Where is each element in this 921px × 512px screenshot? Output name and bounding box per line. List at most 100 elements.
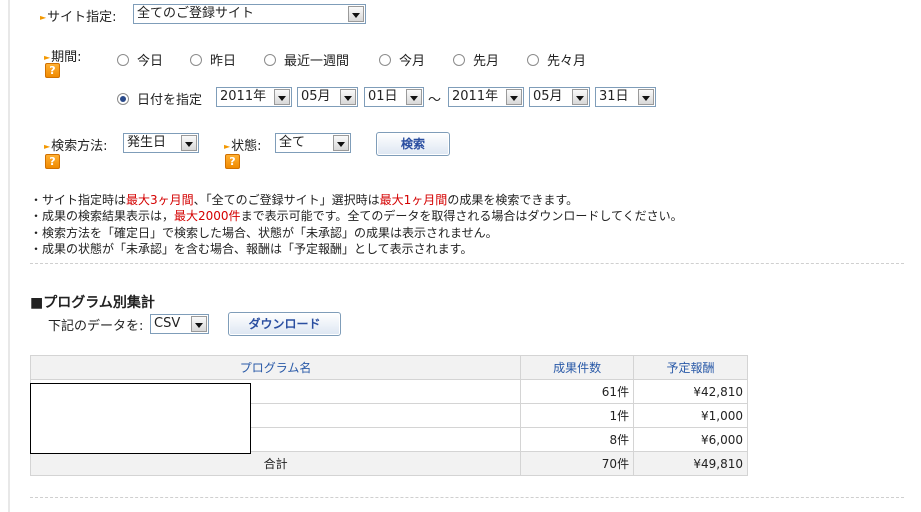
dropdown-arrow-icon[interactable] bbox=[572, 89, 588, 105]
amount-cell: ¥1,000 bbox=[633, 403, 748, 428]
radio-circle[interactable] bbox=[453, 53, 465, 66]
to-day-value: 31日 bbox=[599, 89, 629, 104]
table-header-row: プログラム名 成果件数 予定報酬 bbox=[29, 355, 748, 380]
question-icon[interactable]: ? bbox=[45, 154, 60, 169]
status-select-value: 全て bbox=[279, 135, 306, 150]
note-text: ・成果の検索結果表示は， bbox=[30, 209, 175, 223]
bullet-arrow-icon: ► bbox=[40, 13, 47, 22]
dropdown-arrow-icon[interactable] bbox=[506, 89, 522, 105]
note-text: ・サイト指定時は bbox=[30, 193, 127, 207]
radio-today[interactable]: 今日 bbox=[117, 50, 163, 69]
download-button[interactable]: ダウンロード bbox=[228, 312, 341, 336]
method-label: 検索方法: bbox=[51, 139, 108, 154]
from-day-select[interactable]: 01日 bbox=[364, 87, 424, 107]
radio-this-month-label: 今月 bbox=[399, 54, 426, 69]
radio-custom-date[interactable]: 日付を指定 bbox=[117, 89, 202, 108]
site-select-value: 全てのご登録サイト bbox=[137, 6, 255, 21]
radio-yesterday-label: 昨日 bbox=[210, 54, 237, 69]
site-label: サイト指定: bbox=[47, 10, 117, 25]
section-divider bbox=[30, 497, 904, 498]
from-month-value: 05月 bbox=[301, 89, 331, 104]
radio-circle-selected[interactable] bbox=[117, 92, 129, 105]
note-highlight: 最大2000件 bbox=[174, 209, 241, 223]
download-label: 下記のデータを: bbox=[48, 319, 144, 334]
radio-circle[interactable] bbox=[527, 53, 539, 66]
radio-custom-date-label: 日付を指定 bbox=[137, 93, 203, 108]
bullet-arrow-icon: ► bbox=[224, 142, 231, 151]
site-select[interactable]: 全てのご登録サイト bbox=[133, 4, 366, 24]
radio-last-week-label: 最近一週間 bbox=[284, 54, 350, 69]
from-month-select[interactable]: 05月 bbox=[297, 87, 358, 107]
square-bullet-icon: ■ bbox=[30, 295, 44, 311]
section-divider bbox=[30, 263, 904, 264]
note-line-1: ・サイト指定時は最大3ヶ月間、「全てのご登録サイト」選択時は最大1ヶ月間の成果を… bbox=[30, 192, 578, 208]
to-year-value: 2011年 bbox=[452, 89, 499, 104]
page-left-border bbox=[8, 0, 10, 512]
question-icon[interactable]: ? bbox=[45, 63, 60, 78]
note-text: の成果を検索できます。 bbox=[447, 193, 579, 207]
to-day-select[interactable]: 31日 bbox=[595, 87, 656, 107]
method-select-value: 発生日 bbox=[127, 135, 167, 150]
radio-circle[interactable] bbox=[117, 53, 129, 66]
dropdown-arrow-icon[interactable] bbox=[333, 135, 349, 151]
radio-today-label: 今日 bbox=[137, 54, 164, 69]
note-highlight: 最大3ヶ月間 bbox=[126, 193, 194, 207]
radio-yesterday[interactable]: 昨日 bbox=[190, 50, 236, 69]
note-line-2: ・成果の検索結果表示は，最大2000件まで表示可能です。全てのデータを取得される… bbox=[30, 208, 683, 224]
from-day-value: 01日 bbox=[368, 89, 398, 104]
program-section-title: ■プログラム別集計 bbox=[30, 292, 155, 312]
dropdown-arrow-icon[interactable] bbox=[348, 6, 364, 22]
to-month-select[interactable]: 05月 bbox=[529, 87, 590, 107]
dropdown-arrow-icon[interactable] bbox=[274, 89, 290, 105]
radio-last-month[interactable]: 先月 bbox=[453, 50, 499, 69]
status-select[interactable]: 全て bbox=[275, 133, 351, 153]
redacted-program-names bbox=[30, 383, 251, 454]
to-month-value: 05月 bbox=[533, 89, 563, 104]
radio-two-months-ago[interactable]: 先々月 bbox=[527, 50, 586, 69]
dropdown-arrow-icon[interactable] bbox=[406, 89, 422, 105]
count-cell: 1件 bbox=[520, 403, 635, 428]
radio-circle[interactable] bbox=[379, 53, 391, 66]
radio-two-months-ago-label: 先々月 bbox=[547, 54, 587, 69]
note-text: 、「全てのご登録サイト」選択時は bbox=[193, 193, 380, 207]
note-highlight: 最大1ヶ月間 bbox=[379, 193, 448, 207]
total-amount: ¥49,810 bbox=[633, 451, 748, 476]
count-cell: 8件 bbox=[520, 427, 635, 452]
radio-circle[interactable] bbox=[190, 53, 202, 66]
amount-cell: ¥6,000 bbox=[633, 427, 748, 452]
dropdown-arrow-icon[interactable] bbox=[638, 89, 654, 105]
header-program-name[interactable]: プログラム名 bbox=[29, 355, 522, 380]
dropdown-arrow-icon[interactable] bbox=[191, 316, 207, 332]
date-range-separator: ～ bbox=[428, 93, 442, 108]
total-count: 70件 bbox=[520, 451, 635, 476]
site-label-wrap: ►サイト指定: bbox=[40, 6, 117, 25]
header-amount[interactable]: 予定報酬 bbox=[633, 355, 748, 380]
header-count[interactable]: 成果件数 bbox=[520, 355, 635, 380]
radio-this-month[interactable]: 今月 bbox=[379, 50, 425, 69]
format-select-value: CSV bbox=[154, 316, 181, 331]
to-year-select[interactable]: 2011年 bbox=[448, 87, 524, 107]
question-icon[interactable]: ? bbox=[225, 154, 240, 169]
from-year-select[interactable]: 2011年 bbox=[216, 87, 292, 107]
method-label-wrap: ►検索方法: bbox=[44, 135, 108, 154]
radio-circle[interactable] bbox=[264, 53, 276, 66]
from-year-value: 2011年 bbox=[220, 89, 267, 104]
radio-last-week[interactable]: 最近一週間 bbox=[264, 50, 349, 69]
dropdown-arrow-icon[interactable] bbox=[340, 89, 356, 105]
program-title-text: プログラム別集計 bbox=[43, 295, 155, 311]
status-label-wrap: ►状態: bbox=[224, 135, 262, 154]
amount-cell: ¥42,810 bbox=[633, 379, 748, 404]
bullet-arrow-icon: ► bbox=[44, 142, 51, 151]
format-select[interactable]: CSV bbox=[150, 314, 209, 334]
count-cell: 61件 bbox=[520, 379, 635, 404]
note-line-3: ・検索方法を「確定日」で検索した場合、状態が「未承認」の成果は表示されません。 bbox=[30, 226, 498, 240]
bullet-arrow-icon: ► bbox=[44, 53, 51, 62]
note-line-4: ・成果の状態が「未承認」を含む場合、報酬は「予定報酬」として表示されます。 bbox=[30, 242, 473, 256]
table-total-row: 合計 70件 ¥49,810 bbox=[29, 451, 748, 476]
total-label: 合計 bbox=[29, 451, 522, 476]
search-button[interactable]: 検索 bbox=[376, 132, 450, 156]
method-select[interactable]: 発生日 bbox=[123, 133, 199, 153]
note-text: まで表示可能です。全てのデータを取得される場合はダウンロードしてください。 bbox=[240, 209, 683, 223]
dropdown-arrow-icon[interactable] bbox=[181, 135, 197, 151]
radio-last-month-label: 先月 bbox=[473, 54, 500, 69]
